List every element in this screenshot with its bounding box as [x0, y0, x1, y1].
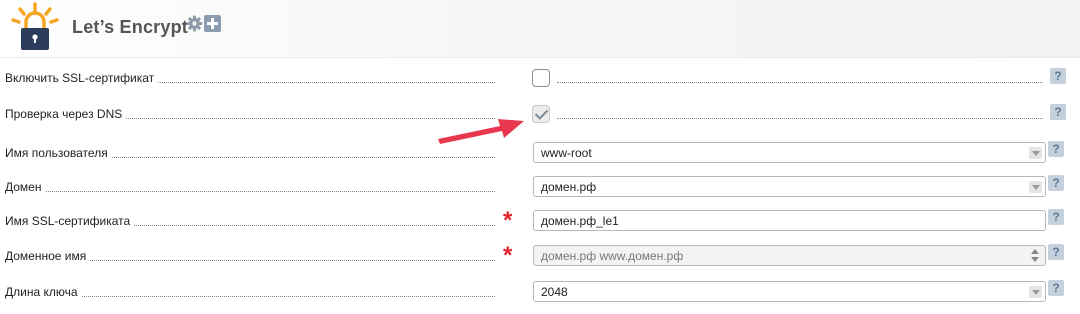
username-select[interactable]: www-root — [533, 142, 1046, 163]
plus-icon[interactable] — [204, 15, 221, 32]
domain-value: домен.рф — [541, 180, 597, 194]
resize-arrows-icon[interactable] — [1031, 248, 1039, 264]
form-row-username: Имя пользователя www-root ? — [0, 140, 1080, 168]
page-header: Let’s Encrypt — [0, 0, 1080, 58]
ssl-name-input[interactable]: домен.рф_le1 — [533, 210, 1046, 231]
gear-icon[interactable] — [186, 15, 203, 32]
chevron-down-icon — [1029, 147, 1042, 159]
annotation-arrow-icon — [438, 119, 524, 144]
help-icon[interactable]: ? — [1050, 104, 1066, 120]
help-icon[interactable]: ? — [1050, 68, 1066, 84]
help-icon[interactable]: ? — [1048, 175, 1064, 191]
dns-check-label: Проверка через DNS — [5, 107, 126, 121]
dns-check-checkbox[interactable] — [532, 105, 550, 123]
leader-dots — [5, 191, 495, 192]
leader-dots — [90, 260, 495, 261]
help-icon[interactable]: ? — [1048, 141, 1064, 157]
form-row-dns-check: Проверка через DNS ? — [0, 101, 1080, 129]
username-value: www-root — [541, 146, 592, 160]
leader-dots — [557, 118, 1043, 119]
ssl-name-label: Имя SSL-сертификата — [5, 214, 134, 228]
key-length-select[interactable]: 2048 — [533, 281, 1046, 302]
domain-label: Домен — [5, 180, 45, 194]
required-asterisk: * — [503, 207, 513, 234]
enable-ssl-label: Включить SSL-сертификат — [5, 71, 158, 85]
chevron-down-icon — [1029, 286, 1042, 298]
required-asterisk: * — [503, 242, 513, 269]
leader-dots — [557, 82, 1043, 83]
enable-ssl-checkbox[interactable] — [532, 69, 550, 87]
form-row-key-length: Длина ключа 2048 ? — [0, 279, 1080, 307]
page-title: Let’s Encrypt — [72, 17, 188, 37]
domain-names-value: домен.рф www.домен.рф — [541, 249, 684, 263]
key-length-label: Длина ключа — [5, 285, 81, 299]
form-row-domain-names: Доменное имя * домен.рф www.домен.рф ? — [0, 243, 1080, 271]
chevron-down-icon — [1029, 181, 1042, 193]
form-row-domain: Домен домен.рф ? — [0, 174, 1080, 202]
padlock-sun-logo-icon — [11, 2, 59, 50]
domain-names-label: Доменное имя — [5, 249, 90, 263]
domain-names-textarea[interactable]: домен.рф www.домен.рф — [533, 245, 1046, 266]
username-label: Имя пользователя — [5, 146, 111, 160]
help-icon[interactable]: ? — [1048, 209, 1064, 225]
help-icon[interactable]: ? — [1048, 280, 1064, 296]
domain-select[interactable]: домен.рф — [533, 176, 1046, 197]
form-row-enable-ssl: Включить SSL-сертификат ? — [0, 65, 1080, 93]
help-icon[interactable]: ? — [1048, 244, 1064, 260]
form-row-ssl-name: Имя SSL-сертификата * домен.рф_le1 ? — [0, 208, 1080, 236]
ssl-name-value: домен.рф_le1 — [541, 214, 619, 228]
key-length-value: 2048 — [541, 285, 568, 299]
